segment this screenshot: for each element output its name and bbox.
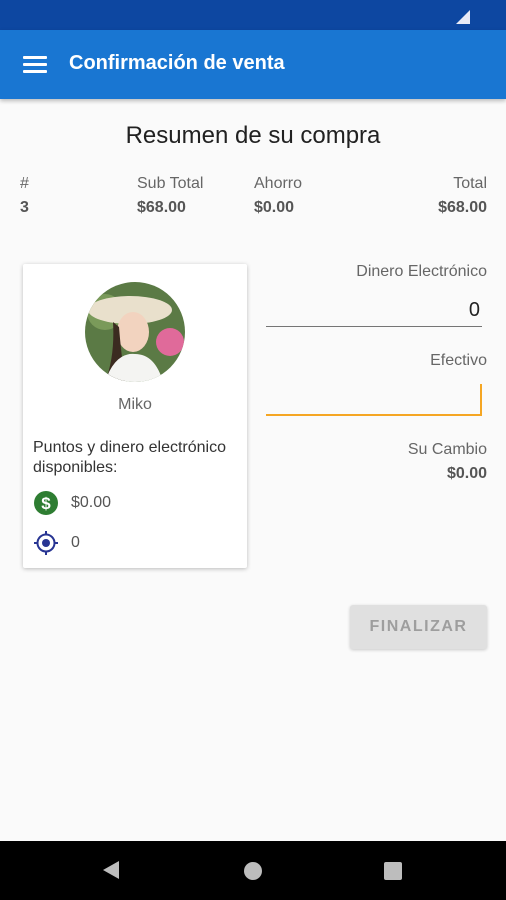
app-bar: Confirmación de venta bbox=[0, 30, 506, 99]
summary-total: Total $68.00 bbox=[438, 175, 487, 217]
hamburger-menu-icon[interactable] bbox=[16, 50, 54, 80]
target-icon bbox=[34, 531, 58, 555]
points-label: Puntos y dinero electrónico disponibles: bbox=[33, 439, 226, 476]
summary-subtotal-value: $68.00 bbox=[137, 199, 186, 216]
signal-icon bbox=[456, 10, 470, 24]
change-value: $0.00 bbox=[446, 465, 487, 482]
summary-count-value: 3 bbox=[20, 199, 29, 216]
summary-savings-value: $0.00 bbox=[254, 199, 295, 216]
efectivo-field[interactable] bbox=[266, 384, 482, 416]
home-icon[interactable] bbox=[244, 862, 262, 880]
money-value: $0.00 bbox=[71, 494, 112, 511]
summary-title: Resumen de su compra bbox=[125, 122, 381, 149]
dinero-electronico-field[interactable] bbox=[266, 295, 482, 327]
svg-text:$: $ bbox=[41, 494, 51, 513]
app-title: Confirmación de venta bbox=[69, 52, 285, 74]
efectivo-label: Efectivo bbox=[430, 352, 487, 369]
money-row: $ $0.00 bbox=[33, 490, 111, 516]
summary-count: # 3 bbox=[20, 175, 29, 217]
summary-savings-header: Ahorro bbox=[254, 175, 303, 192]
summary-subtotal: Sub Total $68.00 bbox=[137, 175, 203, 217]
dinero-electronico-label: Dinero Electrónico bbox=[356, 263, 487, 280]
status-bar bbox=[0, 0, 506, 30]
customer-card: Miko Puntos y dinero electrónico disponi… bbox=[23, 264, 247, 568]
summary-total-value: $68.00 bbox=[438, 199, 487, 216]
navigation-bar bbox=[0, 841, 506, 900]
summary-savings: Ahorro $0.00 bbox=[254, 175, 302, 217]
summary-count-header: # bbox=[20, 175, 29, 192]
summary-total-header: Total bbox=[453, 175, 487, 192]
summary-subtotal-header: Sub Total bbox=[137, 175, 204, 192]
finalizar-button[interactable]: FINALIZAR bbox=[350, 605, 487, 649]
customer-name: Miko bbox=[118, 396, 152, 413]
dollar-circle-icon: $ bbox=[34, 491, 58, 515]
recent-apps-icon[interactable] bbox=[384, 862, 402, 880]
points-row: 0 bbox=[33, 530, 80, 556]
change-label: Su Cambio bbox=[407, 441, 487, 458]
back-icon[interactable] bbox=[103, 861, 119, 879]
avatar bbox=[85, 282, 185, 382]
points-value: 0 bbox=[71, 534, 80, 551]
